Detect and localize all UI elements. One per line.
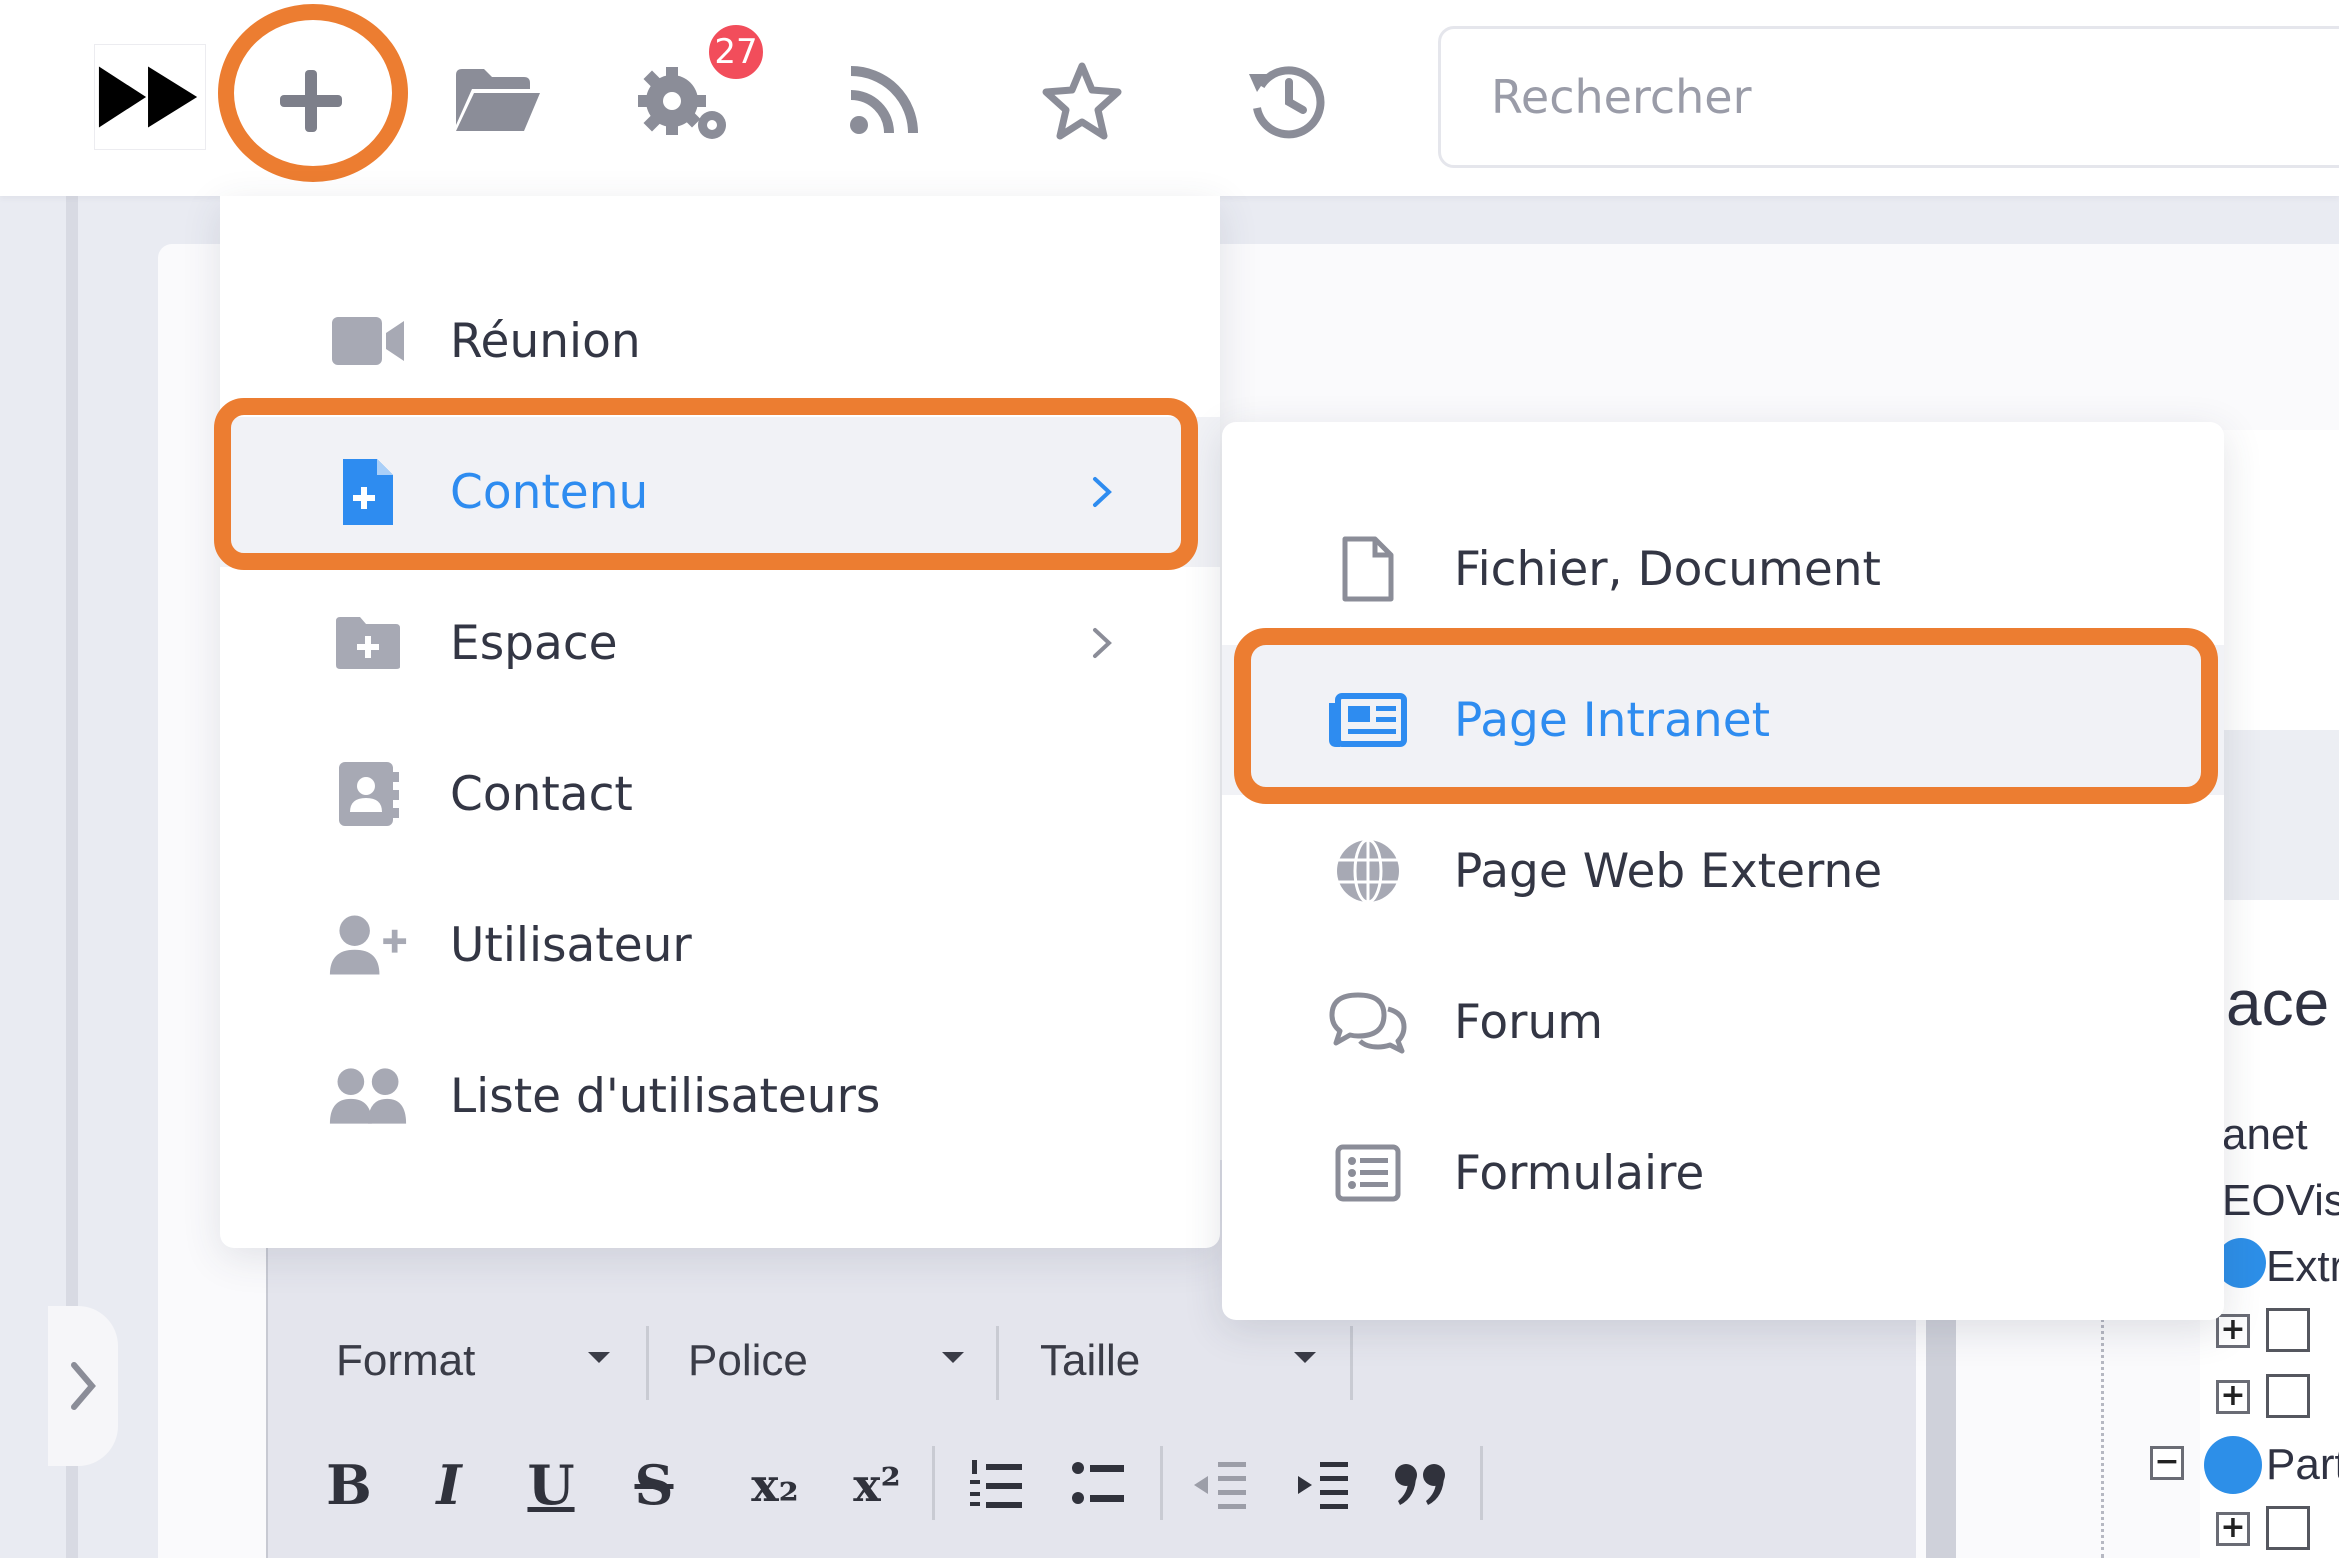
chevron-down-icon [942,1352,964,1363]
file-plus-icon [328,452,408,532]
globe-icon [1326,829,1410,913]
favorites-button[interactable] [1036,56,1128,146]
tree-checkbox[interactable] [2266,1374,2310,1418]
submenu-item-label: Forum [1454,994,1604,1050]
toolbar-divider [646,1326,649,1400]
numbered-list-button[interactable] [964,1454,1028,1518]
font-select[interactable]: Police [688,1336,808,1386]
tree-expand-icon[interactable]: + [2216,1314,2250,1348]
menu-item-utilisateur[interactable]: Utilisateur [220,870,1220,1020]
menu-item-espace[interactable]: Espace [220,568,1220,718]
menu-item-label: Contact [450,766,633,822]
file-icon [1326,527,1410,611]
toolbar-divider [1480,1446,1483,1520]
bullet-list-icon [1072,1462,1124,1504]
star-icon [1042,62,1122,140]
italic-button[interactable]: I [424,1450,474,1520]
tree-checkbox[interactable] [2266,1308,2310,1352]
rss-button[interactable] [844,58,924,142]
menu-item-label: Réunion [450,313,641,369]
submenu-item-label: Fichier, Document [1454,541,1881,597]
menu-item-label: Liste d'utilisateurs [450,1068,881,1124]
submenu-item-page-intranet[interactable]: Page Intranet [1222,645,2224,795]
tree-heading: ace [2226,967,2330,1039]
tree-expand-icon[interactable]: + [2216,1512,2250,1546]
search-box[interactable] [1438,26,2339,168]
folder-plus-icon [328,603,408,683]
menu-item-label: Contenu [450,464,649,520]
comments-icon [1326,980,1410,1064]
rss-icon [850,66,918,134]
submenu-item-label: Page Intranet [1454,692,1771,748]
subscript-button[interactable]: x₂ [740,1450,810,1520]
submenu-item-page-web-externe[interactable]: Page Web Externe [1222,796,2224,946]
history-icon [1249,66,1325,139]
menu-item-label: Utilisateur [450,917,692,973]
tree-expand-icon[interactable]: + [2216,1380,2250,1414]
chevron-right-icon [1082,623,1122,663]
create-menu: Réunion Contenu Espace Contact Utilisate… [220,196,1220,1248]
submenu-item-formulaire[interactable]: Formulaire [1222,1098,2224,1248]
toolbar-divider [1160,1446,1163,1520]
menu-item-reunion[interactable]: Réunion [220,266,1220,416]
strikethrough-button[interactable]: S [626,1450,682,1520]
chevron-down-icon [1294,1352,1316,1363]
size-select[interactable]: Taille [1040,1336,1140,1386]
user-plus-icon [328,905,408,985]
sidebar-toggle-button[interactable] [48,1306,118,1466]
history-button[interactable] [1240,54,1334,146]
chevron-down-icon [588,1352,610,1363]
tree-item-label[interactable]: EOVis [2222,1176,2339,1226]
chevron-right-icon [71,1362,96,1410]
address-book-icon [328,754,408,834]
menu-item-label: Espace [450,615,618,671]
fast-forward-logo-icon[interactable] [94,44,206,150]
users-icon [328,1056,408,1136]
indent-icon [1298,1462,1348,1509]
outdent-button[interactable] [1188,1454,1252,1518]
globe-icon [2204,1436,2262,1494]
tree-item-label[interactable]: anet [2222,1110,2308,1160]
notification-badge: 27 [706,22,766,82]
quote-icon [1395,1464,1445,1505]
submenu-item-label: Page Web Externe [1454,843,1883,899]
submenu-item-label: Formulaire [1454,1145,1705,1201]
menu-item-liste-utilisateurs[interactable]: Liste d'utilisateurs [220,1021,1220,1171]
chevron-right-icon [1082,472,1122,512]
newspaper-icon [1326,678,1410,762]
outdent-icon [1194,1462,1246,1509]
toolbar-divider [996,1326,999,1400]
superscript-button[interactable]: x² [842,1450,912,1520]
list-form-icon [1326,1131,1410,1215]
numbered-list-icon [970,1460,1022,1508]
bullet-list-button[interactable] [1066,1454,1130,1518]
video-camera-icon [328,301,408,381]
search-input[interactable] [1441,29,2339,165]
tree-collapse-icon[interactable]: − [2150,1446,2184,1480]
tree-item-label[interactable]: Extr [2266,1242,2339,1292]
submenu-item-fichier[interactable]: Fichier, Document [1222,494,2224,644]
blockquote-button[interactable] [1390,1454,1454,1518]
menu-item-contenu[interactable]: Contenu [220,417,1220,567]
folder-button[interactable] [452,58,542,142]
submenu-item-forum[interactable]: Forum [1222,947,2224,1097]
highlight-ring [218,4,408,182]
toolbar-divider [1350,1326,1353,1400]
indent-button[interactable] [1290,1454,1354,1518]
folder-open-icon [456,69,540,131]
content-submenu: Fichier, Document Page Intranet Page Web… [1222,422,2224,1320]
tree-checkbox[interactable] [2266,1506,2310,1550]
top-toolbar: 27 [0,0,2339,196]
menu-item-contact[interactable]: Contact [220,719,1220,869]
toolbar-divider [932,1446,935,1520]
tree-item-label[interactable]: Part [2266,1440,2339,1490]
underline-button[interactable]: U [526,1450,576,1520]
format-select[interactable]: Format [336,1336,475,1386]
bold-button[interactable]: B [324,1450,374,1520]
